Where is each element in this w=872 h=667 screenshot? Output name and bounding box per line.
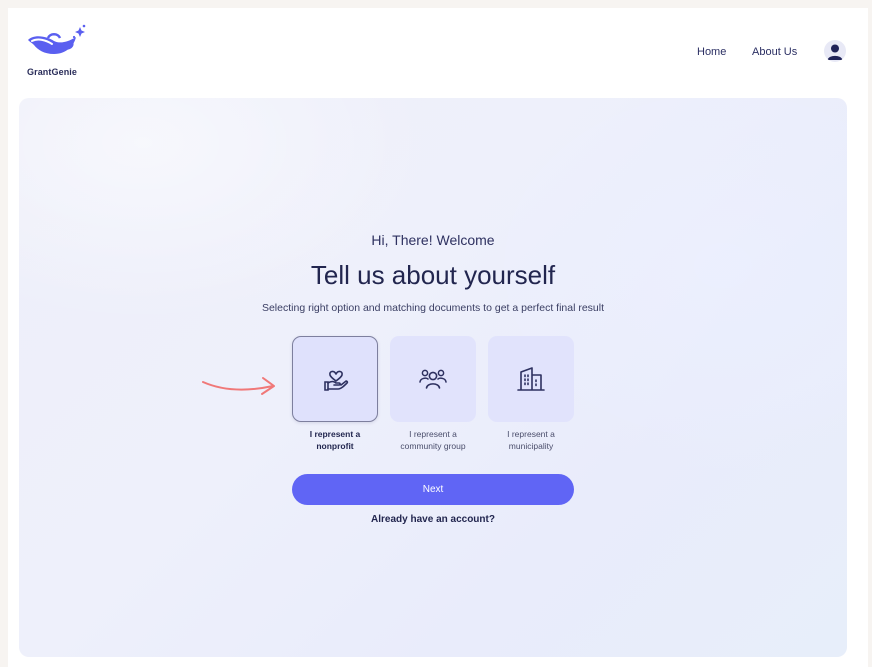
header: GrantGenie Home About Us [8,8,868,96]
option-label-line: nonprofit [316,441,354,451]
option-label-line: I represent a [409,429,457,439]
option-label-line: I represent a [309,429,361,439]
building-icon [517,367,545,391]
pointer-arrow-icon [202,377,275,395]
user-silhouette-icon [827,44,843,60]
greeting-text: Hi, There! Welcome [371,232,495,248]
option-label-line: I represent a [507,429,555,439]
community-group-icon [419,369,447,389]
option-nonprofit[interactable] [292,336,378,422]
login-link[interactable]: Already have an account? [19,514,847,525]
genie-lamp-icon [28,24,86,54]
option-municipality-label: I represent a municipality [481,428,581,452]
next-button[interactable]: Next [292,474,574,505]
onboarding-panel: Hi, There! Welcome Tell us about yoursel… [19,98,847,657]
brand-logo[interactable]: GrantGenie [24,24,90,82]
option-label-line: community group [400,441,466,451]
user-avatar-icon[interactable] [824,40,846,62]
option-municipality[interactable] [488,336,574,422]
option-community-group[interactable] [390,336,476,422]
option-community-group-label: I represent a community group [383,428,483,452]
nav-about-link[interactable]: About Us [752,46,797,58]
page-title: Tell us about yourself [310,260,556,290]
hand-heart-icon [324,370,349,391]
brand-name: GrantGenie [27,67,78,77]
page-subtitle: Selecting right option and matching docu… [261,302,605,314]
option-label-line: municipality [508,441,554,451]
nav-home-link[interactable]: Home [697,46,726,58]
option-nonprofit-label: I represent a nonprofit [285,428,385,452]
app-frame: GrantGenie Home About Us Hi, There! Welc… [8,8,868,667]
